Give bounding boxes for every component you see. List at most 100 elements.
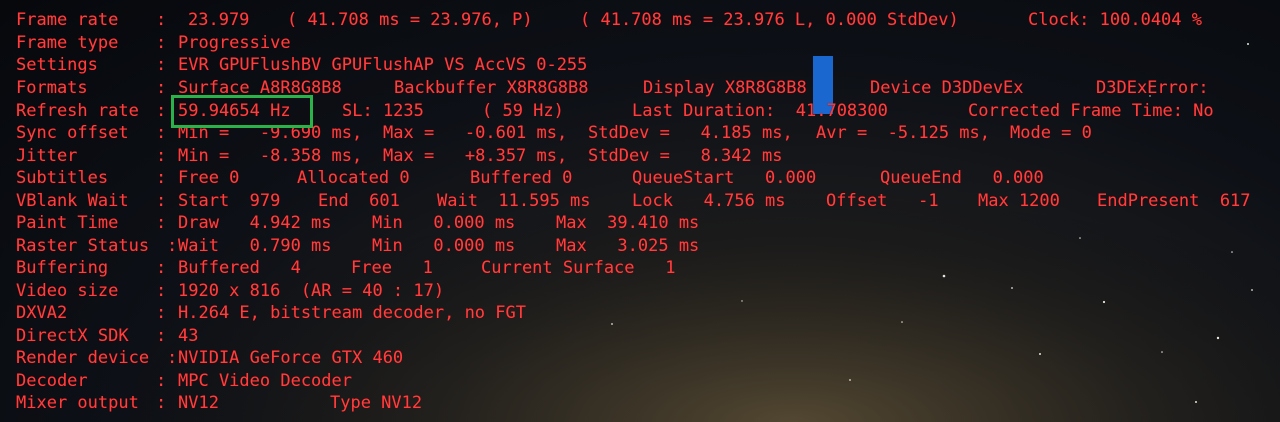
render-device-row: Render device : NVIDIA GeForce GTX 460 bbox=[0, 347, 1280, 369]
sl-value: SL: 1235 bbox=[342, 101, 424, 121]
refresh-hz: ( 59 Hz) bbox=[482, 101, 564, 121]
clock-value: Clock: 100.0404 % bbox=[1028, 10, 1202, 30]
subtitles-queue-start: QueueStart 0.000 bbox=[632, 168, 817, 188]
colon: : bbox=[156, 168, 167, 188]
subtitles-allocated: Allocated 0 bbox=[297, 168, 410, 188]
frame-rate-label: Frame rate bbox=[16, 10, 119, 30]
frame-type-value: Progressive bbox=[178, 33, 291, 53]
settings-row: Settings : EVR GPUFlushBV GPUFlushAP VS … bbox=[0, 54, 1280, 76]
buffering-buffered: Buffered 4 bbox=[178, 258, 301, 278]
vblank-wait: Wait 11.595 ms bbox=[437, 191, 591, 211]
sync-offset-stddev: StdDev = 4.185 ms, bbox=[588, 123, 793, 143]
decoder-value: MPC Video Decoder bbox=[178, 371, 352, 391]
stats-overlay: Frame rate : 23.979 ( 41.708 ms = 23.976… bbox=[0, 0, 1280, 422]
subtitles-buffered: Buffered 0 bbox=[470, 168, 573, 188]
colon: : bbox=[156, 123, 167, 143]
last-duration: Last Duration: 41.708300 bbox=[632, 101, 888, 121]
formats-label: Formats bbox=[16, 78, 88, 98]
dxva2-row: DXVA2 : H.264 E, bitstream decoder, no F… bbox=[0, 302, 1280, 324]
refresh-rate-label: Refresh rate bbox=[16, 101, 139, 121]
video-size-row: Video size : 1920 x 816 (AR = 40 : 17) bbox=[0, 280, 1280, 302]
render-device-value: NVIDIA GeForce GTX 460 bbox=[178, 348, 404, 368]
colon: : bbox=[156, 213, 167, 233]
subtitles-free: Free 0 bbox=[178, 168, 240, 188]
colon: : bbox=[156, 33, 167, 53]
buffering-current-surface: Current Surface 1 bbox=[481, 258, 676, 278]
colon: : bbox=[156, 258, 167, 278]
raster-min: Min 0.000 ms bbox=[372, 236, 516, 256]
vblank-start: Start 979 bbox=[178, 191, 281, 211]
frame-rate-value: 23.979 bbox=[188, 10, 250, 30]
subtitles-label: Subtitles bbox=[16, 168, 109, 188]
video-size-value: 1920 x 816 (AR = 40 : 17) bbox=[178, 281, 445, 301]
vblank-end-present: EndPresent 617 bbox=[1097, 191, 1251, 211]
subtitles-queue-end: QueueEnd 0.000 bbox=[880, 168, 1044, 188]
paint-time-row: Paint Time : Draw 4.942 ms Min 0.000 ms … bbox=[0, 212, 1280, 234]
video-size-label: Video size bbox=[16, 281, 119, 301]
colon: : bbox=[156, 146, 167, 166]
vblank-wait-row: VBlank Wait : Start 979 End 601 Wait 11.… bbox=[0, 190, 1280, 212]
sync-offset-label: Sync offset bbox=[16, 123, 129, 143]
buffering-row: Buffering : Buffered 4 Free 1 Current Su… bbox=[0, 257, 1280, 279]
colon: : bbox=[156, 303, 167, 323]
colon: : bbox=[156, 371, 167, 391]
mixer-output-value: NV12 bbox=[178, 393, 219, 413]
refresh-rate-highlight-box bbox=[171, 95, 313, 128]
jitter-min: Min = -8.358 ms, bbox=[178, 146, 363, 166]
sync-offset-avr: Avr = -5.125 ms, bbox=[816, 123, 990, 143]
formats-display: Display X8R8G8B8 bbox=[643, 78, 807, 98]
decoder-row: Decoder : MPC Video Decoder bbox=[0, 370, 1280, 392]
jitter-label: Jitter bbox=[16, 146, 78, 166]
frame-type-label: Frame type bbox=[16, 33, 119, 53]
frame-rate-detail-2: ( 41.708 ms = 23.976 L, 0.000 StdDev) bbox=[580, 10, 959, 30]
colon: : bbox=[156, 101, 167, 121]
mixer-output-label: Mixer output bbox=[16, 393, 139, 413]
settings-label: Settings bbox=[16, 55, 98, 75]
dxva2-value: H.264 E, bitstream decoder, no FGT bbox=[178, 303, 526, 323]
sync-offset-max: Max = -0.601 ms, bbox=[383, 123, 568, 143]
paint-min: Min 0.000 ms bbox=[372, 213, 516, 233]
paint-time-label: Paint Time bbox=[16, 213, 119, 233]
sync-offset-mode: Mode = 0 bbox=[1010, 123, 1092, 143]
subtitles-row: Subtitles : Free 0 Allocated 0 Buffered … bbox=[0, 167, 1280, 189]
directx-sdk-label: DirectX SDK bbox=[16, 326, 129, 346]
jitter-row: Jitter : Min = -8.358 ms, Max = +8.357 m… bbox=[0, 145, 1280, 167]
paint-draw: Draw 4.942 ms bbox=[178, 213, 332, 233]
frame-rate-row: Frame rate : 23.979 ( 41.708 ms = 23.976… bbox=[0, 9, 1280, 31]
colon: : bbox=[156, 191, 167, 211]
colon: : bbox=[156, 393, 167, 413]
corrected-frame-time: Corrected Frame Time: No bbox=[968, 101, 1214, 121]
settings-value: EVR GPUFlushBV GPUFlushAP VS AccVS 0-255 bbox=[178, 55, 588, 75]
paint-max: Max 39.410 ms bbox=[556, 213, 700, 233]
render-device-label: Render device bbox=[16, 348, 150, 368]
vblank-end: End 601 bbox=[318, 191, 400, 211]
buffering-label: Buffering bbox=[16, 258, 109, 278]
raster-status-label: Raster Status bbox=[16, 236, 150, 256]
directx-sdk-value: 43 bbox=[178, 326, 199, 346]
buffering-free: Free 1 bbox=[351, 258, 433, 278]
decoder-label: Decoder bbox=[16, 371, 88, 391]
jitter-max: Max = +8.357 ms, bbox=[383, 146, 568, 166]
colon: : bbox=[156, 55, 167, 75]
vblank-max: Max 1200 bbox=[978, 191, 1060, 211]
colon: : bbox=[167, 348, 178, 368]
directx-sdk-row: DirectX SDK : 43 bbox=[0, 325, 1280, 347]
formats-error: D3DExError: bbox=[1096, 78, 1209, 98]
mixer-output-row: Mixer output : NV12 Type NV12 bbox=[0, 392, 1280, 414]
raster-status-row: Raster Status : Wait 0.790 ms Min 0.000 … bbox=[0, 235, 1280, 257]
jitter-stddev: StdDev = 8.342 ms bbox=[588, 146, 783, 166]
colon: : bbox=[156, 78, 167, 98]
formats-backbuffer: Backbuffer X8R8G8B8 bbox=[394, 78, 589, 98]
colon: : bbox=[167, 236, 178, 256]
colon: : bbox=[156, 326, 167, 346]
colon: : bbox=[156, 281, 167, 301]
raster-max: Max 3.025 ms bbox=[556, 236, 700, 256]
frame-rate-detail: ( 41.708 ms = 23.976, P) bbox=[287, 10, 533, 30]
colon: : bbox=[156, 10, 167, 30]
vblank-wait-label: VBlank Wait bbox=[16, 191, 129, 211]
vblank-lock: Lock 4.756 ms bbox=[632, 191, 786, 211]
vblank-offset: Offset -1 bbox=[826, 191, 939, 211]
raster-wait: Wait 0.790 ms bbox=[178, 236, 332, 256]
frame-type-row: Frame type : Progressive bbox=[0, 32, 1280, 54]
mixer-output-type: Type NV12 bbox=[330, 393, 423, 413]
